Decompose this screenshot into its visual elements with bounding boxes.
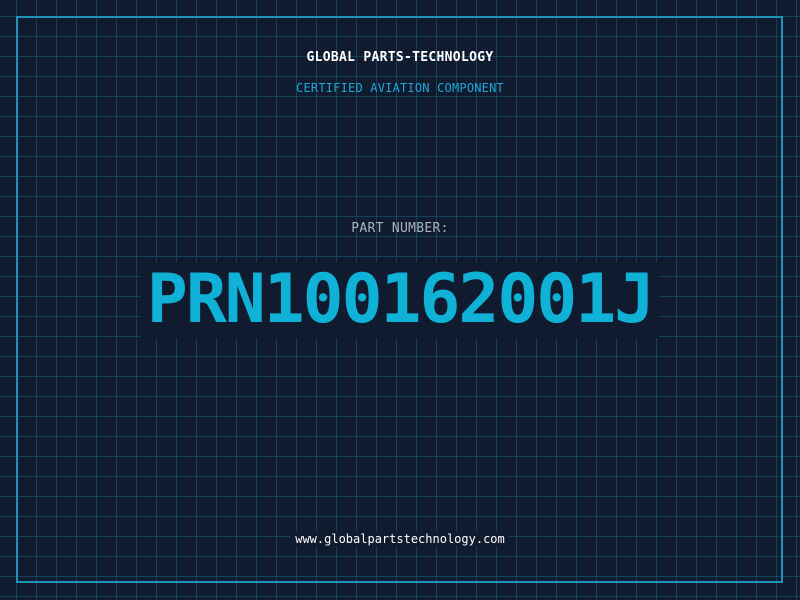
part-number-value: PRN100162001J	[140, 262, 660, 338]
part-number-label: PART NUMBER:	[351, 221, 449, 236]
part-label-card: GLOBAL PARTS-TECHNOLOGY CERTIFIED AVIATI…	[0, 0, 800, 600]
footer: www.globalpartstechnology.com	[0, 530, 800, 548]
website-url: www.globalpartstechnology.com	[291, 532, 509, 546]
part-number-container: PRN100162001J	[0, 262, 800, 338]
certification-subtitle: CERTIFIED AVIATION COMPONENT	[296, 81, 504, 95]
company-name: GLOBAL PARTS-TECHNOLOGY	[306, 50, 494, 65]
